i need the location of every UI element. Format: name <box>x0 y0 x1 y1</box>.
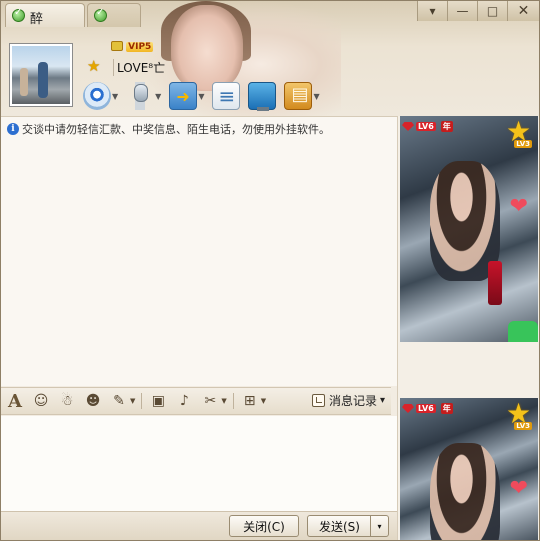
close-window-button[interactable]: ✕ <box>507 1 539 21</box>
bottom-bar: 关闭(C) 发送(S) ▾ <box>1 511 397 540</box>
vip-badge[interactable]: VIP5 <box>111 41 154 52</box>
contact-video-panel-secondary[interactable]: LV6 年 ★ LV3 ❤ <box>400 398 538 540</box>
info-icon: i <box>7 123 19 135</box>
avatar-figure-2 <box>20 68 28 96</box>
chevron-down-icon[interactable]: ▼ <box>313 92 319 101</box>
diamond-icon <box>402 122 414 131</box>
music-icon[interactable]: ♪ <box>174 391 194 411</box>
apps-button[interactable]: ▼ <box>284 80 320 112</box>
discussion-icon <box>212 82 241 110</box>
contact-avatar[interactable] <box>9 43 73 107</box>
avatar-figure <box>38 62 48 98</box>
tab-second-chat[interactable] <box>87 3 141 27</box>
emoji-icon[interactable]: ☺ <box>31 391 51 411</box>
sticker-icon[interactable]: ☃ <box>57 391 77 411</box>
year-badge: 年 <box>440 403 453 414</box>
remote-desktop-button[interactable] <box>248 80 277 112</box>
create-discussion-button[interactable] <box>212 80 241 112</box>
chevron-down-icon[interactable]: ▼ <box>155 92 161 101</box>
remote-desktop-icon <box>248 82 277 111</box>
chat-window: 醉 ▾ — □ ✕ VIP5 ★ LOVE⁸亡 ▼ <box>0 0 540 541</box>
send-button[interactable]: 发送(S) ▾ <box>307 515 389 537</box>
chevron-down-icon[interactable]: ▼ <box>198 92 204 101</box>
chevron-down-icon[interactable]: ▼ <box>261 397 266 405</box>
level-label: LV6 <box>416 122 436 131</box>
contact-nickname: LOVE⁸亡 <box>113 59 165 76</box>
diamond-icon <box>402 404 414 413</box>
level-badge: LV6 年 <box>402 403 453 414</box>
message-input[interactable] <box>1 416 397 511</box>
chevron-down-icon[interactable]: ▼ <box>130 397 135 405</box>
video-object <box>508 321 538 342</box>
screenshot-icon[interactable]: ✂ <box>200 391 220 411</box>
webcam-button[interactable]: ▼ <box>83 80 118 112</box>
webcam-icon <box>83 82 111 110</box>
vip-level: VIP5 <box>126 41 154 52</box>
apps-icon <box>284 82 313 110</box>
maximize-button[interactable]: □ <box>477 1 507 21</box>
heart-icon: ❤ <box>509 476 528 501</box>
tab-active-chat[interactable]: 醉 <box>5 3 85 27</box>
star-icon[interactable]: ★ <box>87 57 100 75</box>
minimize-button[interactable]: — <box>447 1 477 21</box>
font-icon[interactable]: A <box>5 391 25 412</box>
handwriting-icon[interactable]: ✎ <box>109 391 129 411</box>
send-file-button[interactable]: ▼ <box>169 80 204 112</box>
video-figure <box>430 443 500 540</box>
toolbar-divider <box>232 393 234 409</box>
chevron-down-icon[interactable]: ▼ <box>112 92 118 101</box>
level-badge: LV6 年 <box>402 121 453 132</box>
briefcase-icon[interactable]: ⊞ <box>240 391 260 411</box>
microphone-button[interactable]: ▼ <box>126 80 161 112</box>
avatar-image <box>12 46 70 104</box>
clock-icon <box>311 394 325 407</box>
online-status-icon <box>12 7 25 22</box>
send-label: 发送(S) <box>319 519 360 534</box>
file-transfer-icon <box>169 82 198 110</box>
send-options-dropdown[interactable]: ▾ <box>370 516 388 536</box>
video-object <box>488 261 502 305</box>
image-icon[interactable]: ▣ <box>148 391 168 411</box>
chat-toolbar: ▼ ▼ ▼ ▼ <box>83 79 328 113</box>
message-history-button[interactable]: 消息记录 ▾ <box>311 392 385 409</box>
vip-crown-icon <box>111 41 123 51</box>
close-button[interactable]: 关闭(C) <box>229 515 299 537</box>
message-history[interactable]: i 交谈中请勿轻信汇款、中奖信息、陌生电话，勿使用外挂软件。 <box>1 116 397 386</box>
safety-notice: i 交谈中请勿轻信汇款、中奖信息、陌生电话，勿使用外挂软件。 <box>7 121 330 137</box>
microphone-icon <box>126 82 155 110</box>
window-controls: ▾ — □ ✕ <box>417 1 539 23</box>
toolbar-divider <box>141 393 143 409</box>
chat-header: 醉 ▾ — □ ✕ VIP5 ★ LOVE⁸亡 ▼ <box>1 1 539 116</box>
format-toolbar: A ☺ ☃ ☻ ✎ ▼ ▣ ♪ ✂ ▼ ⊞ ▼ 消息记录 ▾ <box>1 387 391 415</box>
heart-icon: ❤ <box>509 194 528 219</box>
level-label: LV6 <box>416 404 436 413</box>
safety-notice-text: 交谈中请勿轻信汇款、中奖信息、陌生电话，勿使用外挂软件。 <box>22 123 330 136</box>
history-label: 消息记录 <box>328 394 377 408</box>
star-level-label: LV3 <box>514 422 532 430</box>
video-sidebar: LV6 年 ★ LV3 ❤ LV6 年 ★ LV3 ❤ <box>397 116 539 540</box>
online-status-icon <box>94 7 107 22</box>
chevron-down-icon[interactable]: ▼ <box>221 397 226 405</box>
tab-label: 醉 <box>30 12 44 27</box>
star-level-label: LV3 <box>514 140 532 148</box>
magic-emoji-icon[interactable]: ☻ <box>83 391 103 411</box>
chevron-down-icon: ▾ <box>379 395 385 406</box>
year-badge: 年 <box>440 121 453 132</box>
contact-video-panel[interactable]: LV6 年 ★ LV3 ❤ <box>400 116 538 342</box>
window-menu-button[interactable]: ▾ <box>417 1 447 21</box>
